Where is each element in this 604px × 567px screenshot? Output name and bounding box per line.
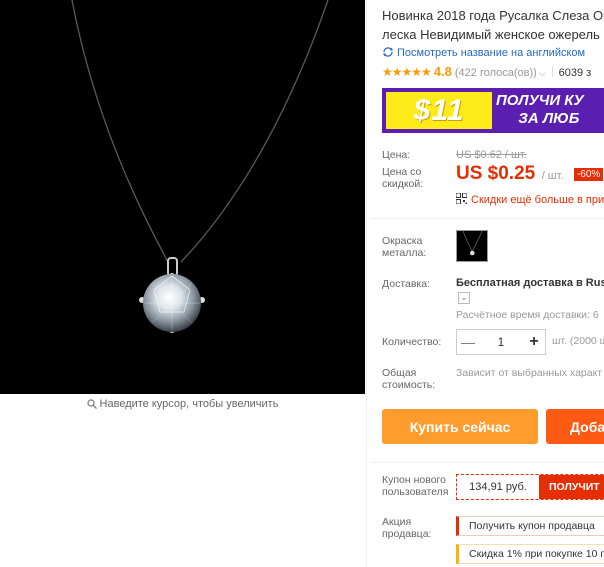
translate-link[interactable]: Посмотреть название на английском bbox=[382, 46, 585, 59]
section-divider-2 bbox=[370, 462, 604, 463]
quantity-decrease-button[interactable]: — bbox=[457, 330, 479, 354]
discount-price-label-2: скидкой: bbox=[382, 178, 424, 190]
chevron-down-icon[interactable]: ⌵ bbox=[539, 68, 546, 78]
delivery-time: Расчётное время доставки: 6 bbox=[456, 309, 599, 321]
quantity-input[interactable]: 1 bbox=[479, 330, 523, 354]
quantity-available: шт. (2000 ш bbox=[552, 335, 604, 347]
color-swatch[interactable] bbox=[456, 230, 488, 262]
bulk-discount-link[interactable]: Скидки ещё больше в при bbox=[455, 192, 604, 206]
old-price: US $0.62 / шт. bbox=[456, 149, 527, 161]
product-info-panel: Новинка 2018 года Русалка Слеза Оз леска… bbox=[370, 0, 604, 567]
shipping-dropdown-icon[interactable]: ⌄ bbox=[458, 292, 470, 304]
product-title-line1: Новинка 2018 года Русалка Слеза Оз bbox=[382, 8, 604, 23]
translate-link-label: Посмотреть название на английском bbox=[397, 47, 586, 59]
current-price-row: US $0.25 / шт. -60% bbox=[456, 163, 604, 185]
qr-code-icon bbox=[455, 192, 468, 205]
bulk-discount-text: Скидки ещё больше в при bbox=[471, 194, 604, 206]
coupon-label-1: Купон нового bbox=[382, 474, 446, 486]
total-label-2: стоимость: bbox=[382, 379, 436, 391]
banner-line2: ЗА ЛЮБ bbox=[518, 110, 580, 127]
shipping-label: Доставка: bbox=[382, 278, 431, 290]
rating-row: ★★★★★ 4.8 (422 голоса(ов)) ⌵ 6039 з bbox=[382, 64, 591, 79]
total-label-1: Общая bbox=[382, 367, 417, 379]
seller-coupon-item[interactable]: Получить купон продавца bbox=[456, 516, 604, 536]
discount-badge: -60% bbox=[573, 168, 604, 181]
banner-amount: $11 bbox=[386, 92, 492, 129]
color-label-1: Окраска bbox=[382, 235, 423, 247]
star-rating-icon: ★★★★★ bbox=[382, 65, 432, 79]
price-unit: / шт. bbox=[541, 170, 564, 182]
zoom-hint-text: Наведите курсор, чтобы увеличить bbox=[99, 398, 279, 410]
orders-count: 6039 з bbox=[558, 67, 592, 79]
total-label: Общая стоимость: bbox=[382, 367, 435, 391]
zoom-hint: Наведите курсор, чтобы увеличить bbox=[0, 398, 365, 412]
quantity-label: Количество: bbox=[382, 336, 442, 348]
rating-separator bbox=[551, 66, 553, 77]
coupon-amount: 134,91 руб. bbox=[469, 481, 527, 493]
divider bbox=[366, 0, 367, 567]
discount-price-label: Цена со скидкой: bbox=[382, 166, 423, 190]
coupon-label-2: пользователя bbox=[382, 486, 449, 498]
quantity-stepper[interactable]: — 1 + bbox=[456, 329, 546, 355]
color-label: Окраска металла: bbox=[382, 235, 426, 259]
banner-text: ПОЛУЧИ КУ ЗА ЛЮБ bbox=[496, 92, 584, 128]
product-title-line2: леска Невидимый женское ожерель bbox=[382, 27, 600, 42]
product-title: Новинка 2018 года Русалка Слеза Оз леска… bbox=[382, 6, 604, 44]
price-label: Цена: bbox=[382, 149, 411, 161]
seller-promo-label: Акция продавца: bbox=[382, 516, 431, 540]
product-image[interactable] bbox=[0, 0, 365, 394]
get-coupon-button[interactable]: ПОЛУЧИТ bbox=[539, 475, 604, 499]
quantity-increase-button[interactable]: + bbox=[523, 330, 545, 354]
magnifier-icon bbox=[86, 399, 97, 412]
necklace-thumbnail-icon bbox=[462, 230, 483, 256]
shipping-option[interactable]: Бесплатная доставка в Russ bbox=[456, 277, 604, 289]
banner-line1: ПОЛУЧИ КУ bbox=[496, 92, 584, 109]
necklace-image bbox=[71, 0, 329, 333]
total-note: Зависит от выбранных характ bbox=[456, 367, 603, 379]
seller-promo-label-2: продавца: bbox=[382, 528, 432, 540]
discount-price-label-1: Цена со bbox=[382, 166, 422, 178]
promo-banner[interactable]: $11 ПОЛУЧИ КУ ЗА ЛЮБ bbox=[382, 88, 604, 133]
color-label-2: металла: bbox=[382, 247, 427, 259]
current-price: US $0.25 bbox=[456, 163, 536, 184]
votes-count[interactable]: (422 голоса(ов)) bbox=[455, 67, 537, 79]
translate-icon bbox=[382, 46, 394, 58]
buy-now-button[interactable]: Купить сейчас bbox=[382, 409, 538, 444]
add-to-cart-button[interactable]: Доба bbox=[546, 409, 604, 444]
new-user-coupon[interactable]: 134,91 руб. ПОЛУЧИТ bbox=[456, 474, 604, 500]
section-divider bbox=[370, 218, 604, 219]
rating-value: 4.8 bbox=[433, 64, 452, 79]
coupon-label: Купон нового пользователя bbox=[382, 474, 449, 498]
bulk-discount-item[interactable]: Скидка 1% при покупке 10 п bbox=[456, 544, 604, 564]
seller-promo-label-1: Акция bbox=[382, 516, 412, 528]
